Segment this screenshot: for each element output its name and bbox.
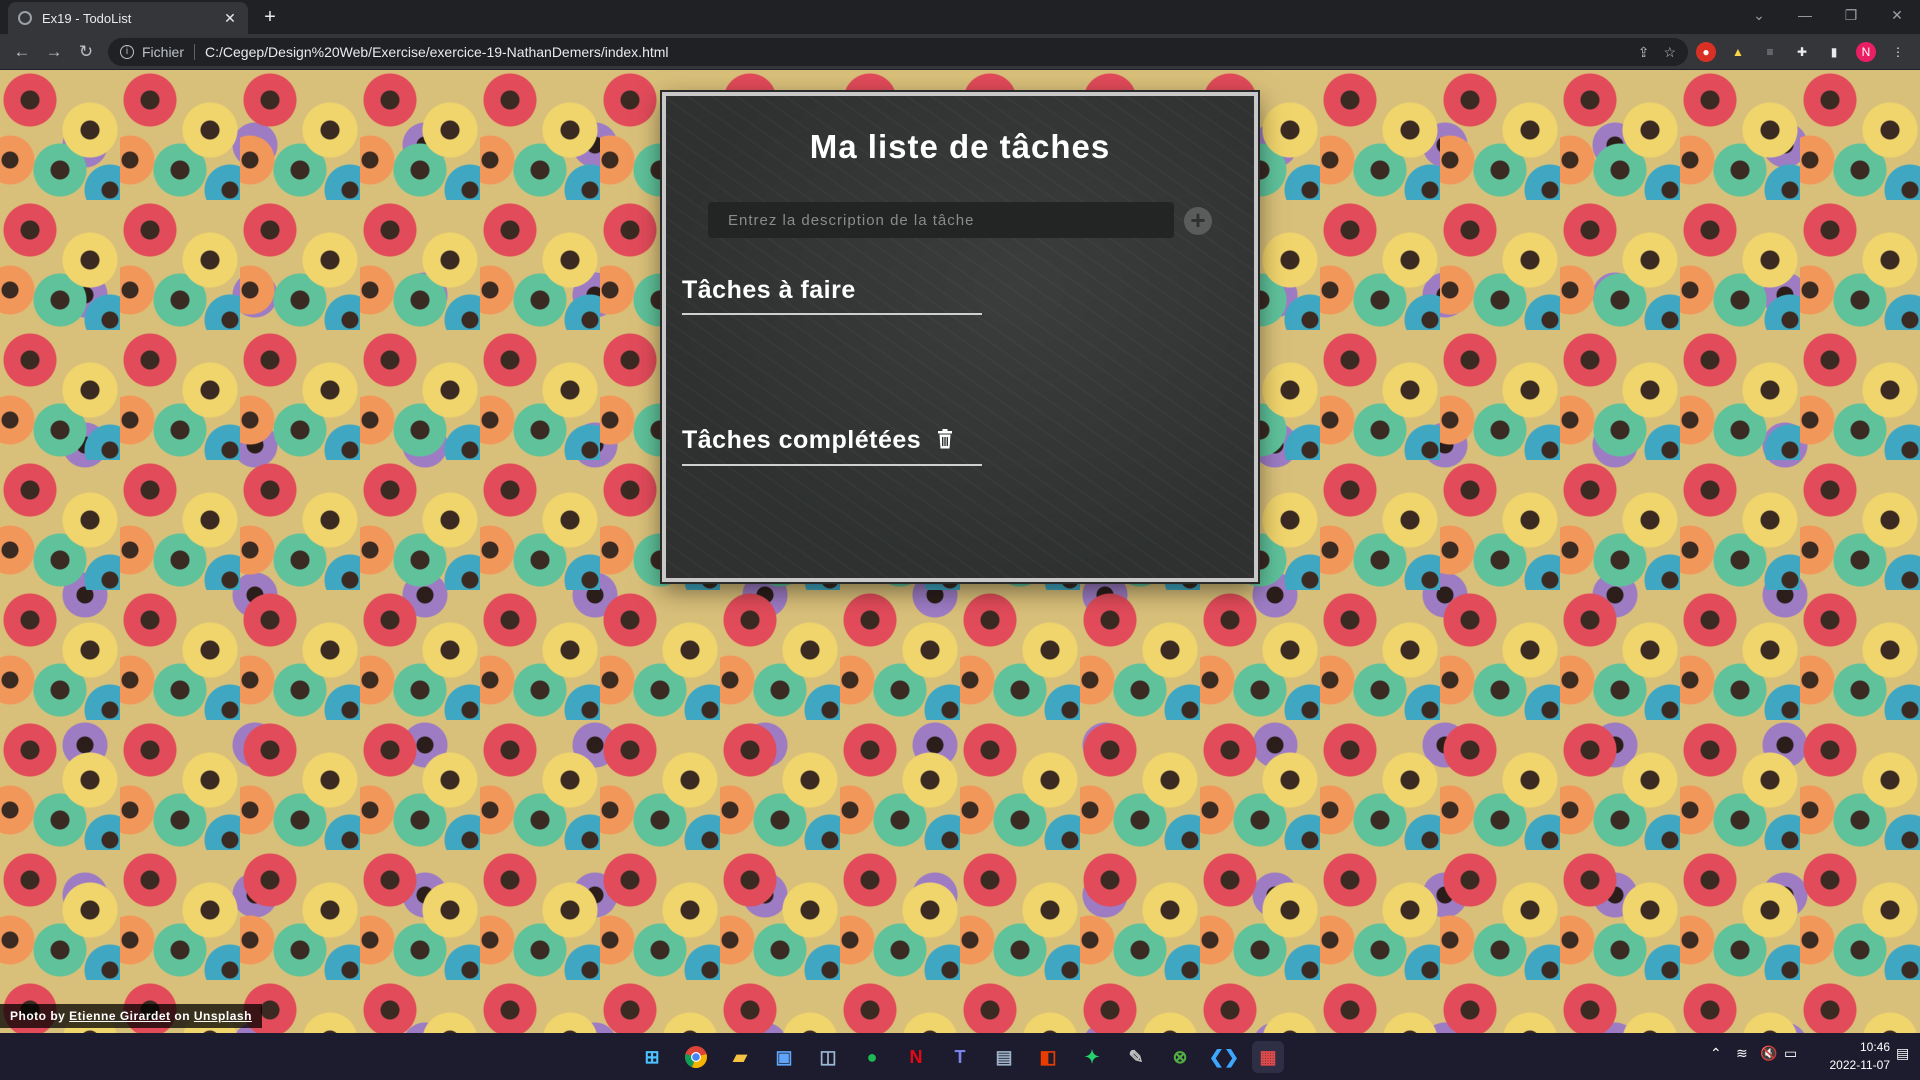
tab-title: Ex19 - TodoList [42, 10, 132, 26]
tab-search-icon[interactable]: ⌄ [1736, 0, 1782, 30]
extensions-puzzle-icon[interactable]: ✚ [1792, 42, 1812, 62]
forward-icon[interactable]: → [42, 40, 66, 64]
chrome-icon[interactable] [680, 1041, 712, 1073]
window-close-icon[interactable]: ✕ [1874, 0, 1920, 30]
credit-author-link[interactable]: Etienne Girardet [69, 1009, 170, 1023]
close-tab-icon[interactable]: ✕ [222, 10, 238, 27]
credit-middle: on [174, 1009, 191, 1023]
volume-muted-icon[interactable]: 🔇 [1760, 1045, 1777, 1062]
photo-credit: Photo by Etienne Girardet on Unsplash [0, 1004, 262, 1028]
reload-icon[interactable]: ↻ [74, 40, 98, 64]
profile-avatar[interactable]: N [1856, 42, 1876, 62]
extension-grey-icon[interactable]: ≡ [1760, 42, 1780, 62]
clock-time: 10:46 [1859, 1040, 1890, 1054]
restore-icon[interactable]: ❐ [1828, 0, 1874, 30]
add-task-button[interactable]: + [1184, 207, 1212, 235]
tray-chevron-icon[interactable]: ⌃ [1710, 1045, 1722, 1062]
new-tab-button[interactable]: + [258, 6, 282, 30]
clock-date: 2022-11-07 [1829, 1058, 1891, 1072]
minimize-icon[interactable]: — [1782, 0, 1828, 30]
bookmark-star-icon[interactable]: ☆ [1663, 44, 1676, 61]
file-explorer-icon[interactable]: ▰ [724, 1041, 756, 1073]
todo-heading-label: Tâches à faire [682, 276, 856, 304]
pen-tool-icon[interactable]: ✎ [1120, 1041, 1152, 1073]
share-icon[interactable]: ⇪ [1638, 44, 1650, 61]
url-scheme: Fichier [142, 44, 196, 60]
store-icon[interactable]: ▣ [768, 1041, 800, 1073]
trash-icon[interactable] [937, 427, 953, 456]
windows-start-icon[interactable]: ⊞ [636, 1041, 668, 1073]
photos-icon[interactable]: ◫ [812, 1041, 844, 1073]
completed-heading-label: Tâches complétées [682, 426, 922, 454]
office-icon[interactable]: ◧ [1032, 1041, 1064, 1073]
extension-flask-icon[interactable]: ▲ [1728, 42, 1748, 62]
completed-section-heading: Tâches complétées [682, 426, 982, 466]
credit-site-link[interactable]: Unsplash [194, 1009, 252, 1023]
wifi-icon[interactable]: ≋ [1736, 1045, 1748, 1062]
side-panel-icon[interactable]: ▮ [1824, 42, 1844, 62]
teams-icon[interactable]: T [944, 1041, 976, 1073]
task-description-input[interactable] [708, 202, 1174, 238]
vscode-icon[interactable]: ❮❯ [1208, 1041, 1240, 1073]
globe-icon [18, 11, 32, 25]
page-background: Ma liste de tâches + Tâches à faire Tâch… [0, 70, 1920, 1033]
extension-red-icon[interactable]: ● [1696, 42, 1716, 62]
url-text[interactable]: C:/Cegep/Design%20Web/Exercise/exercice-… [205, 44, 1624, 60]
browser-toolbar: ← → ↻ i Fichier C:/Cegep/Design%20Web/Ex… [0, 34, 1920, 70]
page-title: Ma liste de tâches [809, 128, 1111, 165]
xbox-icon[interactable]: ⊗ [1164, 1041, 1196, 1073]
todo-section-heading: Tâches à faire [682, 276, 982, 315]
netflix-icon[interactable]: N [900, 1041, 932, 1073]
browser-tab-strip: Ex19 - TodoList ✕ + ⌄ — ❐ ✕ [0, 0, 1920, 34]
todo-panel: Ma liste de tâches + Tâches à faire Tâch… [662, 92, 1258, 582]
browser-tab[interactable]: Ex19 - TodoList ✕ [8, 2, 248, 34]
address-bar[interactable]: i Fichier C:/Cegep/Design%20Web/Exercise… [108, 38, 1688, 66]
app-green-icon[interactable]: ✦ [1076, 1041, 1108, 1073]
credit-prefix: Photo by [10, 1009, 66, 1023]
windows-taskbar: ⊞ ▰ ▣ ◫ ● N T ▤ ◧ ✦ ✎ ⊗ ❮❯ ▦ ⌃ ≋ 🔇 ▭ 10:… [0, 1033, 1920, 1080]
info-icon[interactable]: i [120, 45, 134, 59]
active-app-icon[interactable]: ▦ [1252, 1041, 1284, 1073]
battery-icon[interactable]: ▭ [1784, 1045, 1797, 1062]
back-icon[interactable]: ← [10, 40, 34, 64]
spotify-icon[interactable]: ● [856, 1041, 888, 1073]
notification-icon[interactable]: ▤ [1896, 1045, 1909, 1062]
menu-kebab-icon[interactable]: ⋮ [1888, 42, 1908, 62]
monitor-app-icon[interactable]: ▤ [988, 1041, 1020, 1073]
taskbar-clock[interactable]: 10:46 2022-11-07 [1800, 1038, 1891, 1074]
